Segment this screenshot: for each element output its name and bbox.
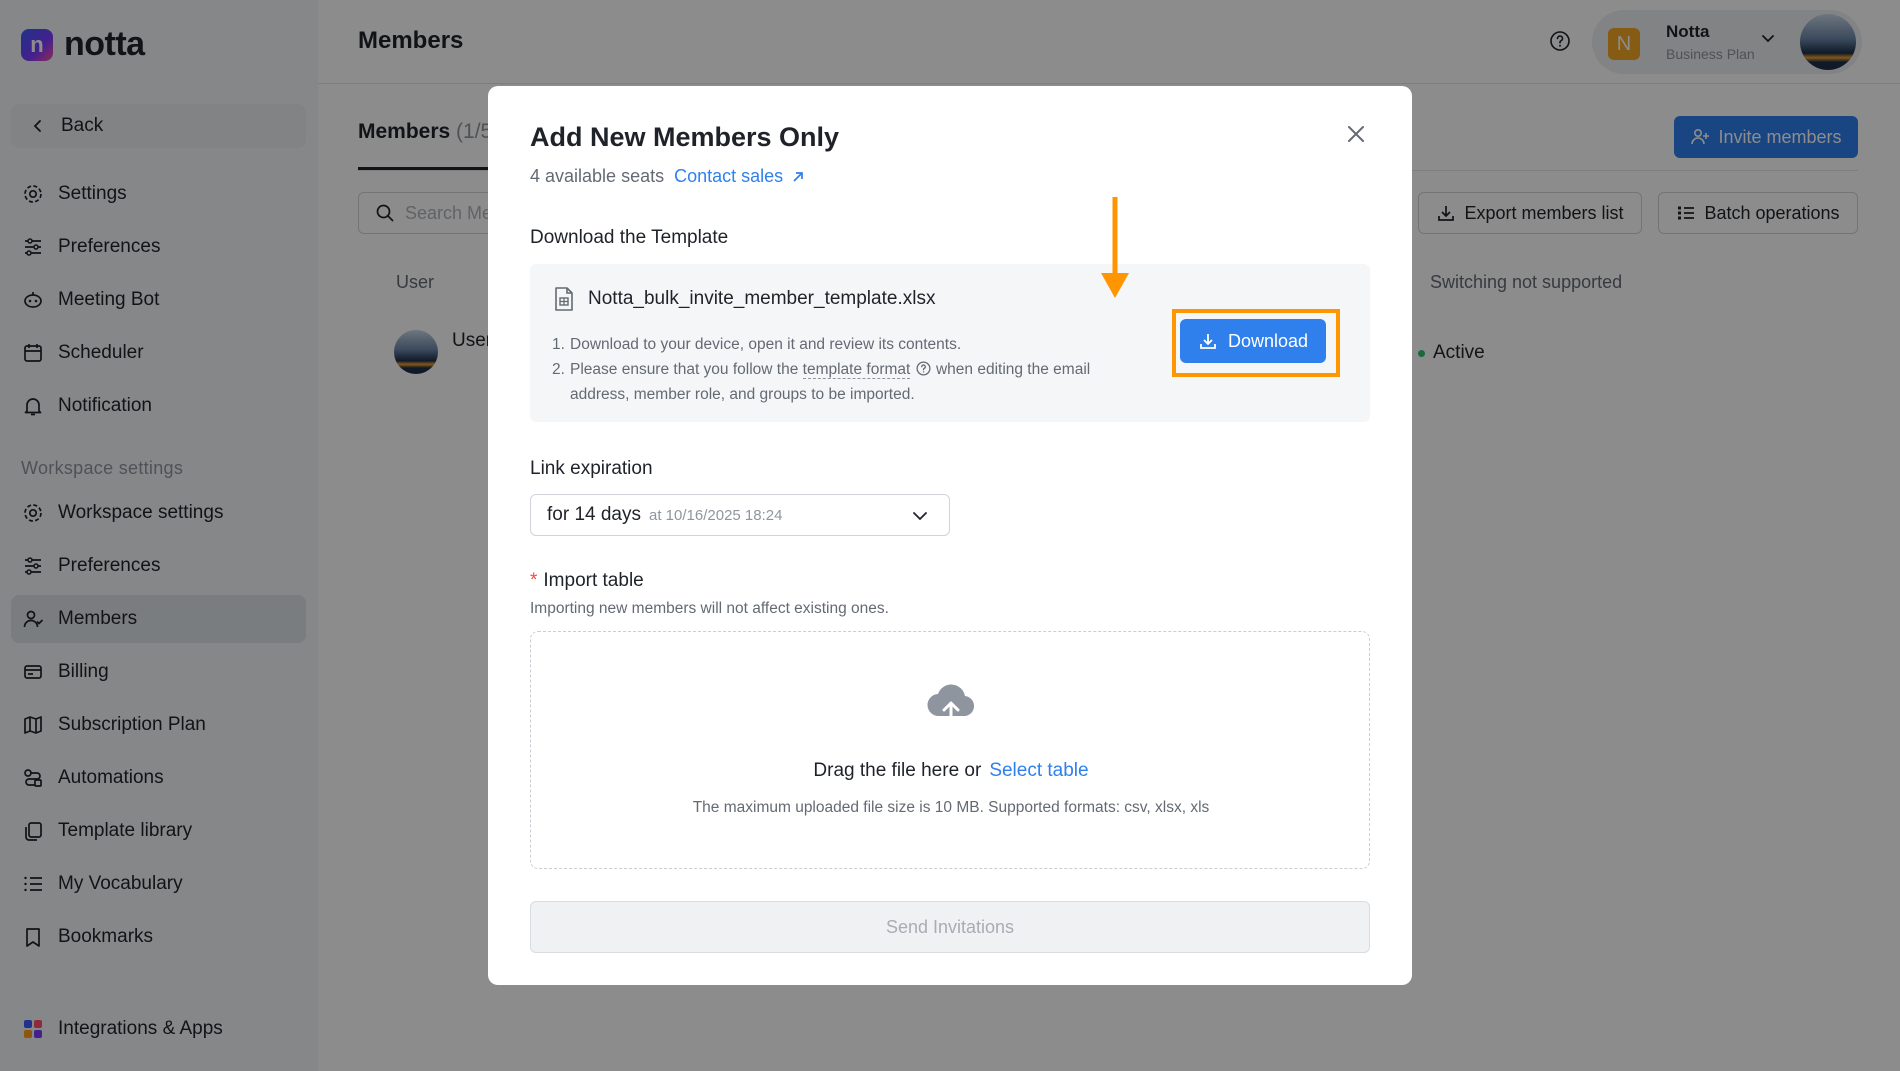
contact-sales-link[interactable]: Contact sales [674,166,805,187]
external-arrow-icon [793,171,804,182]
step-number: 2. [552,361,565,378]
instruction-step-2: 2. Please ensure that you follow the temp… [552,357,1172,382]
expiration-date: at 10/16/2025 18:24 [649,506,783,524]
add-members-modal: Add New Members Only 4 available seats C… [488,86,1412,985]
expiration-value: for 14 days [547,504,641,525]
step-text-continued: address, member role, and groups to be i… [570,386,915,403]
send-invitations-button[interactable]: Send Invitations [530,901,1370,953]
available-seats: 4 available seats Contact sales [530,166,805,187]
contact-sales-label: Contact sales [674,166,784,186]
upload-limits-hint: The maximum uploaded file size is 10 MB.… [692,799,1210,816]
spreadsheet-file-icon [555,287,573,311]
seats-text: 4 available seats [530,166,665,186]
import-hint: Importing new members will not affect ex… [530,600,889,617]
file-drop-zone[interactable]: Drag the file here or Select table The ma… [530,631,1370,869]
download-label: Download [1227,330,1309,351]
step-text: when editing the email [935,361,1091,378]
drop-text: Drag the file here or [813,760,982,781]
link-expiration-select[interactable]: for 14 days at 10/16/2025 18:24 [530,494,950,536]
step-number: 1. [552,336,565,353]
import-table-heading: * Import table [530,570,644,592]
drop-instruction: Drag the file here or Select table [531,760,1371,782]
modal-title: Add New Members Only [530,122,840,152]
help-icon[interactable] [915,360,932,377]
instruction-step-1: 1. Download to your device, open it and r… [552,332,1172,357]
arrow-down-annotation-icon [1101,197,1129,298]
download-template-button[interactable]: Download [1180,319,1326,363]
step-text: Please ensure that you follow the [570,361,799,378]
required-mark: * [530,570,538,591]
close-icon[interactable] [1342,120,1370,148]
cloud-upload-icon [927,684,975,726]
step-text: Download to your device, open it and rev… [570,336,962,353]
template-format-link[interactable]: template format [802,361,911,379]
template-file: Notta_bulk_invite_member_template.xlsx [552,286,935,312]
select-table-link[interactable]: Select table [989,760,1088,781]
link-expiration-heading: Link expiration [530,458,653,479]
import-table-label: Import table [543,570,644,591]
chevron-down-icon [913,512,927,521]
template-instructions: 1. Download to your device, open it and r… [552,332,1172,407]
download-icon [1200,334,1216,349]
template-file-name: Notta_bulk_invite_member_template.xlsx [588,288,936,309]
download-template-heading: Download the Template [530,227,729,248]
